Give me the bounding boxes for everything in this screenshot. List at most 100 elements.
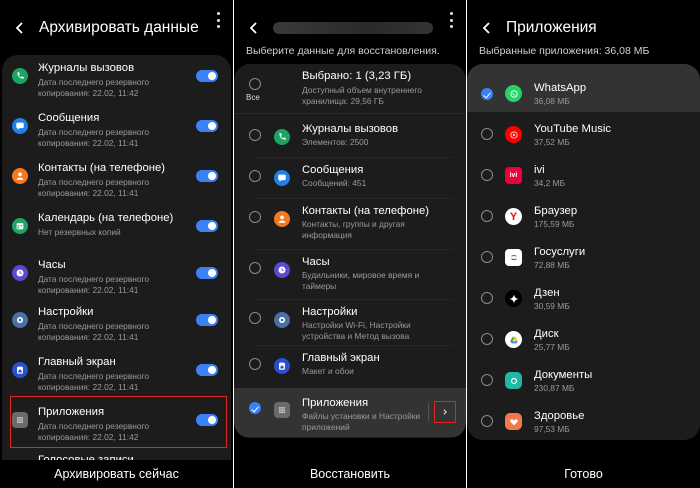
item-checkbox[interactable] [249,170,261,182]
item-title: Часы [38,259,66,271]
item-checkbox[interactable] [249,402,261,414]
restore-item[interactable]: Главный экран Макет и обои [234,348,466,392]
phone-icon [274,129,290,145]
health-icon [505,413,522,430]
backup-item[interactable]: Журналы вызовов Дата последнего резервно… [2,58,231,106]
restore-subtitle: Выберите данные для восстановления. [246,45,440,57]
message-icon [12,118,28,134]
app-checkbox[interactable] [481,88,493,100]
item-title: Голосовые записи [38,454,134,460]
restore-item[interactable]: Приложения Файлы установки и Настройки п… [234,388,466,437]
item-subtitle: Настройки Wi-Fi, Настройки устройства и … [302,320,411,341]
back-button[interactable] [476,17,498,39]
backup-header: Архивировать данные [0,8,233,48]
app-item[interactable]: Здоровье 97,53 МБ [467,397,700,437]
item-checkbox[interactable] [249,262,261,274]
app-checkbox[interactable] [481,251,493,263]
item-checkbox[interactable] [249,129,261,141]
item-title: Настройки [38,306,94,318]
gosuslugi-icon [505,249,522,266]
app-checkbox[interactable] [481,210,493,222]
clock-icon [12,265,28,281]
item-title: Главный экран [38,356,116,368]
item-subtitle: Контакты, группы и другая информация [302,219,405,240]
backup-toggle[interactable] [196,314,218,326]
backup-toggle[interactable] [196,267,218,279]
highlight-box [10,396,227,448]
backup-toggle[interactable] [196,364,218,376]
item-title: Журналы вызовов [38,62,135,74]
app-name: Документы [534,369,593,381]
app-checkbox[interactable] [481,415,493,427]
back-button[interactable] [243,17,265,39]
more-options-icon[interactable] [448,12,454,28]
item-subtitle: Дата последнего резервного копирования: … [38,274,150,295]
app-size: 25,77 МБ [534,342,570,352]
clock-icon [274,262,290,278]
backup-item[interactable]: Контакты (на телефоне) Дата последнего р… [2,158,231,206]
expand-apps-button[interactable] [434,401,456,423]
apps-list: WhatsApp 36,08 МБ YouTube Music 37,52 МБ… [467,64,700,440]
backup-item[interactable]: Календарь (на телефоне) Нет резервных ко… [2,208,231,256]
restore-item[interactable]: Настройки Настройки Wi-Fi, Настройки уст… [234,302,466,346]
app-item[interactable]: Документы 230,87 МБ [467,356,700,396]
contact-icon [274,211,290,227]
backup-toggle[interactable] [196,170,218,182]
home-icon [274,358,290,374]
back-button[interactable] [9,17,31,39]
app-checkbox[interactable] [481,128,493,140]
done-button[interactable]: Готово [467,464,700,484]
restore-screen: Выберите данные для восстановления. Все … [234,0,466,488]
app-checkbox[interactable] [481,169,493,181]
restore-item[interactable]: Контакты (на телефоне) Контакты, группы … [234,201,466,245]
backup-toggle[interactable] [196,220,218,232]
item-title: Календарь (на телефоне) [38,212,174,224]
dzen-icon [505,290,522,307]
item-subtitle: Файлы установки и Настройки приложений [302,411,421,432]
more-options-icon[interactable] [215,12,221,28]
select-all-row[interactable]: Все Выбрано: 1 (3,23 ГБ) Доступный объем… [234,64,466,112]
restore-header [234,8,466,48]
backup-toggle[interactable] [196,120,218,132]
item-title: Главный экран [302,352,380,364]
backup-now-button[interactable]: Архивировать сейчас [0,464,233,484]
app-checkbox[interactable] [481,333,493,345]
chevron-left-icon [249,22,257,34]
item-checkbox[interactable] [249,358,261,370]
backup-item[interactable]: Сообщения Дата последнего резервного коп… [2,108,231,156]
item-subtitle: Дата последнего резервного копирования: … [38,177,150,198]
app-item[interactable]: Y Браузер 175,59 МБ [467,192,700,232]
item-checkbox[interactable] [249,312,261,324]
app-size: 97,53 МБ [534,424,570,434]
app-size: 37,52 МБ [534,137,570,147]
restore-button[interactable]: Восстановить [234,464,466,484]
item-checkbox[interactable] [249,211,261,223]
app-checkbox[interactable] [481,292,493,304]
page-title: Архивировать данные [39,19,199,36]
item-subtitle: Нет резервных копий [38,227,121,237]
app-item[interactable]: Госуслуги 72,88 МБ [467,233,700,273]
backup-item[interactable]: Часы Дата последнего резервного копирова… [2,255,231,303]
app-item[interactable]: WhatsApp 36,08 МБ [467,64,700,112]
phone-icon [12,68,28,84]
app-name: YouTube Music [534,123,612,135]
restore-list: Все Выбрано: 1 (3,23 ГБ) Доступный объем… [234,64,466,438]
item-title: Контакты (на телефоне) [38,162,166,174]
item-subtitle: Будильники, мировое время и таймеры [302,270,420,291]
app-item[interactable]: ivi ivi 34,2 МБ [467,151,700,191]
youtube-music-icon [505,126,522,143]
item-subtitle: Дата последнего резервного копирования: … [38,321,150,342]
backup-item[interactable]: Главный экран Дата последнего резервного… [2,352,231,400]
restore-item[interactable]: Часы Будильники, мировое время и таймеры [234,252,466,296]
backup-item[interactable]: Настройки Дата последнего резервного коп… [2,302,231,350]
google-drive-icon [505,331,522,348]
select-all-radio[interactable] [249,78,261,90]
summary-title: Выбрано: 1 (3,23 ГБ) [302,70,412,82]
app-item[interactable]: Диск 25,77 МБ [467,315,700,355]
app-checkbox[interactable] [481,374,493,386]
app-item[interactable]: Дзен 30,59 МБ [467,274,700,314]
backup-item[interactable]: Голосовые записи [2,453,231,460]
app-item[interactable]: YouTube Music 37,52 МБ [467,110,700,150]
app-size: 72,88 МБ [534,260,570,270]
backup-toggle[interactable] [196,70,218,82]
